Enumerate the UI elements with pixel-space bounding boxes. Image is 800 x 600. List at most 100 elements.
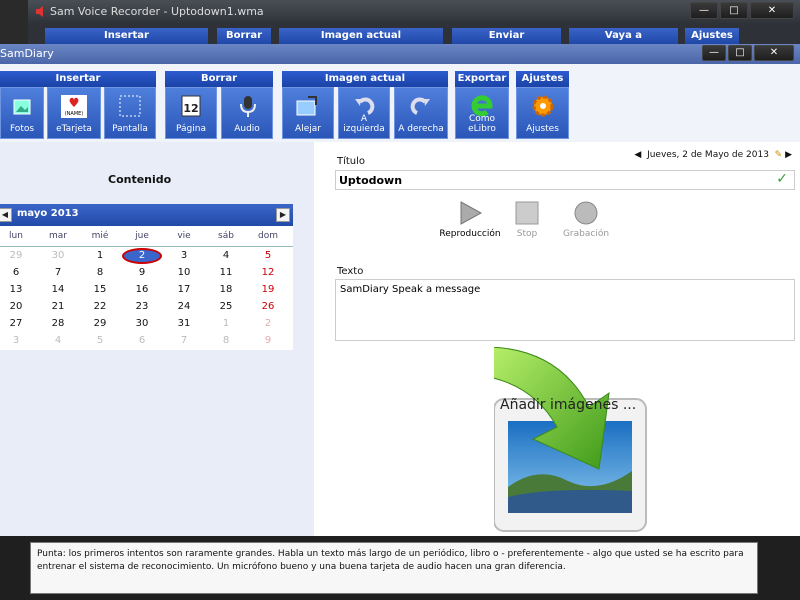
calendar-day[interactable]: 16 (122, 284, 162, 295)
close-button[interactable]: ✕ (750, 2, 794, 19)
tip-area: Punta: los primeros intentos son raramen… (0, 536, 800, 600)
calendar-day[interactable]: 15 (80, 284, 120, 295)
pantalla-button[interactable]: Pantalla (104, 87, 156, 139)
record-label: Grabación (562, 229, 610, 239)
calendar-day[interactable]: 17 (164, 284, 204, 295)
calendar-day[interactable]: 23 (122, 301, 162, 312)
ajustes-button[interactable]: Ajustes (516, 87, 569, 139)
calendar-day[interactable]: 11 (206, 267, 246, 278)
calendar-day[interactable]: 3 (164, 250, 204, 261)
next-month-button[interactable]: ▶ (276, 208, 290, 222)
add-images-button[interactable]: Añadir imágenes ... (488, 346, 650, 537)
fotos-button[interactable]: Fotos (0, 87, 44, 139)
alejar-button[interactable]: Alejar (282, 87, 334, 139)
calendar-day[interactable]: 21 (38, 301, 78, 312)
outer-titlebar: Sam Voice Recorder - Uptodown1.wma — □ ✕ (28, 0, 800, 24)
inner-close-button[interactable]: ✕ (754, 45, 794, 61)
alejar-label: Alejar (295, 124, 321, 134)
inner-minimize-button[interactable]: — (702, 45, 726, 61)
calendar-day[interactable]: 8 (206, 335, 246, 346)
calendar-day[interactable]: 4 (206, 250, 246, 261)
next-date-button[interactable]: ▶ (785, 150, 792, 160)
microphone-icon (240, 96, 256, 117)
calendar-day[interactable]: 9 (122, 267, 162, 278)
calendar-day[interactable]: 2 (122, 250, 162, 261)
a-izquierda-label: A izquierda (343, 114, 385, 134)
calendar-day[interactable]: 5 (80, 335, 120, 346)
minimize-button[interactable]: — (690, 2, 718, 19)
outer-menu: Insertar Borrar Imagen actual Enviar Vay… (28, 24, 800, 44)
calendar-day[interactable]: 29 (80, 318, 120, 329)
calendar-day[interactable]: 4 (38, 335, 78, 346)
outer-tab-ajustes[interactable]: Ajustes (685, 28, 739, 44)
calendar-day[interactable]: 14 (38, 284, 78, 295)
text-value: SamDiary Speak a message (340, 284, 481, 295)
calendar-day[interactable]: 12 (248, 267, 288, 278)
calendar-day[interactable]: 13 (0, 284, 36, 295)
gear-icon (532, 95, 553, 117)
group-exportar: Exportar (455, 71, 509, 87)
contents-panel: Contenido ◀ mayo 2013 ▶ lun mar mié jue … (0, 142, 314, 536)
calendar-day[interactable]: 30 (38, 250, 78, 261)
calendar-month: mayo 2013 (17, 208, 79, 219)
date-nav: ◀ Jueves, 2 de Mayo de 2013 ✎ ▶ (634, 150, 792, 160)
svg-text:12: 12 (183, 102, 198, 115)
calendar-day[interactable]: 24 (164, 301, 204, 312)
calendar-day[interactable]: 19 (248, 284, 288, 295)
checkmark-icon[interactable]: ✓ (776, 171, 788, 187)
como-elibro-button[interactable]: Como eLibro (455, 87, 509, 139)
audio-button[interactable]: Audio (221, 87, 273, 139)
group-borrar: Borrar (165, 71, 273, 87)
calendar-day[interactable]: 26 (248, 301, 288, 312)
zoom-out-icon (296, 96, 317, 116)
calendar-day[interactable]: 28 (38, 318, 78, 329)
a-derecha-button[interactable]: A derecha (394, 87, 448, 139)
prev-date-button[interactable]: ◀ (634, 150, 641, 160)
calendar-day[interactable]: 22 (80, 301, 120, 312)
calendar-day[interactable]: 1 (80, 250, 120, 261)
calendar-day[interactable]: 18 (206, 284, 246, 295)
pagina-button[interactable]: 12 Página (165, 87, 217, 139)
calendar-day[interactable]: 5 (248, 250, 288, 261)
screen-select-icon (119, 95, 141, 117)
pencil-icon[interactable]: ✎ (775, 150, 783, 160)
outer-tab-borrar[interactable]: Borrar (217, 28, 271, 44)
outer-tab-enviar[interactable]: Enviar (452, 28, 561, 44)
a-derecha-label: A derecha (398, 124, 444, 134)
speaker-icon (36, 6, 43, 17)
calendar-day[interactable]: 7 (164, 335, 204, 346)
calendar-day[interactable]: 20 (0, 301, 36, 312)
calendar-day[interactable]: 6 (0, 267, 36, 278)
etarjeta-button[interactable]: (NAME) eTarjeta (47, 87, 101, 139)
calendar-day[interactable]: 30 (122, 318, 162, 329)
calendar-day[interactable]: 10 (164, 267, 204, 278)
calendar-day[interactable]: 3 (0, 335, 36, 346)
entry-panel: Título ◀ Jueves, 2 de Mayo de 2013 ✎ ▶ U… (314, 142, 800, 536)
calendar-day[interactable]: 29 (0, 250, 36, 261)
pantalla-label: Pantalla (112, 124, 148, 134)
weekday-label: sáb (218, 231, 234, 241)
record-button[interactable]: Grabación (551, 200, 621, 239)
fotos-label: Fotos (9, 124, 35, 134)
calendar-day[interactable]: 31 (164, 318, 204, 329)
prev-month-button[interactable]: ◀ (0, 208, 12, 222)
calendar-day[interactable]: 27 (0, 318, 36, 329)
calendar-day[interactable]: 8 (80, 267, 120, 278)
calendar-day[interactable]: 2 (248, 318, 288, 329)
outer-tab-vaya-a[interactable]: Vaya a (569, 28, 678, 44)
calendar-day[interactable]: 1 (206, 318, 246, 329)
calendar-day[interactable]: 7 (38, 267, 78, 278)
outer-tab-imagen-actual[interactable]: Imagen actual (279, 28, 443, 44)
title-field[interactable]: Uptodown ✓ (335, 170, 795, 190)
title-label: Título (337, 156, 366, 167)
outer-tab-insertar[interactable]: Insertar (45, 28, 208, 44)
calendar-page-icon: 12 (181, 95, 201, 117)
calendar-day[interactable]: 6 (122, 335, 162, 346)
outer-window-title: Sam Voice Recorder - Uptodown1.wma (50, 5, 264, 18)
calendar-day[interactable]: 25 (206, 301, 246, 312)
maximize-button[interactable]: □ (720, 2, 748, 19)
text-field[interactable]: SamDiary Speak a message (335, 279, 795, 341)
calendar-day[interactable]: 9 (248, 335, 288, 346)
inner-maximize-button[interactable]: □ (728, 45, 752, 61)
a-izquierda-button[interactable]: A izquierda (338, 87, 390, 139)
